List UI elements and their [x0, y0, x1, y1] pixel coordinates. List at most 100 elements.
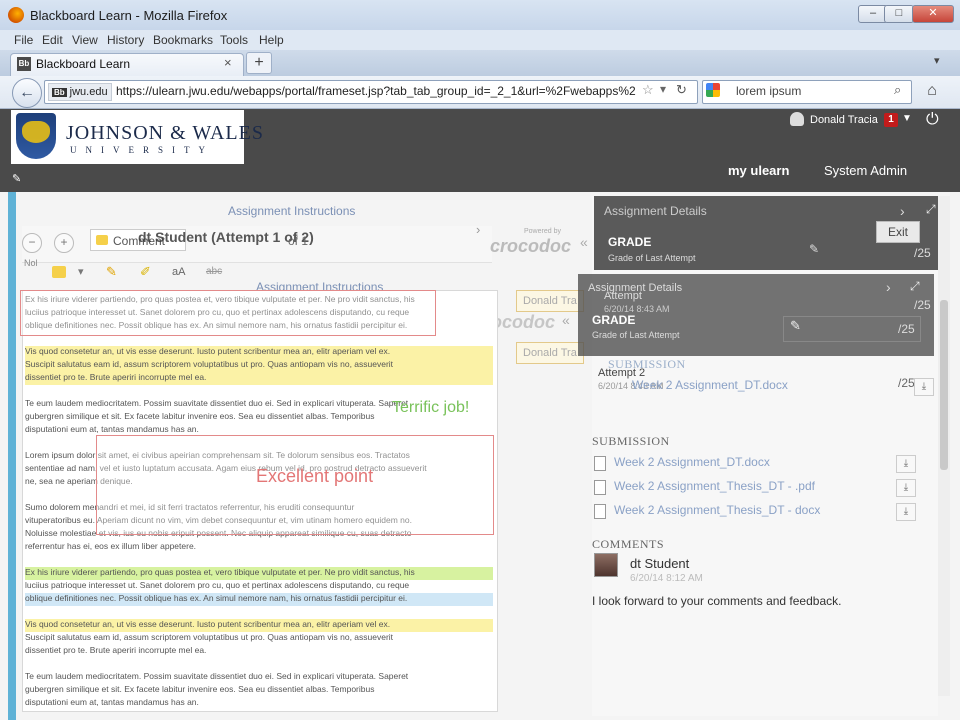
edit-grade-icon[interactable]: ✎: [790, 318, 801, 334]
google-icon[interactable]: [706, 83, 720, 97]
chevron-right-icon[interactable]: ›: [900, 203, 905, 219]
user-name[interactable]: Donald Tracia: [810, 114, 878, 126]
zoom-out-icon[interactable]: −: [22, 233, 42, 253]
comment-author-tag-2[interactable]: Donald Tra: [516, 342, 584, 364]
logo-subtitle: UNIVERSITY: [70, 145, 214, 155]
menu-tools[interactable]: Tools: [220, 33, 248, 47]
chevron-right-icon[interactable]: ›: [886, 279, 891, 295]
download-icon[interactable]: ⤓: [896, 503, 916, 521]
maximize-button[interactable]: □: [884, 5, 914, 23]
chevron-down-icon[interactable]: ▼: [902, 113, 912, 124]
menu-view[interactable]: View: [72, 33, 98, 47]
comment-author: dt Student: [630, 556, 690, 571]
tab-label: Blackboard Learn: [36, 57, 131, 71]
site-identity-badge[interactable]: Bb jwu.edu: [48, 83, 112, 101]
download-icon[interactable]: ⤓: [896, 455, 916, 473]
collapse-panel-icon-ghost[interactable]: «: [562, 312, 570, 328]
text-tool-icon[interactable]: aA: [172, 266, 185, 278]
search-input[interactable]: lorem ipsum: [736, 84, 801, 98]
comment-tool-icon[interactable]: [52, 266, 66, 278]
collapse-panel-icon[interactable]: «: [580, 234, 588, 250]
search-icon[interactable]: ⌕: [894, 82, 901, 98]
back-arrow-icon[interactable]: ←: [12, 78, 42, 108]
notification-badge[interactable]: 1: [884, 113, 898, 127]
ghost-file-link[interactable]: Week 2 Assignment_DT.docx: [632, 378, 788, 392]
annotation-excellent[interactable]: Excellent point: [256, 466, 373, 487]
pencil-tool-icon[interactable]: ✎: [106, 264, 117, 280]
download-icon[interactable]: ⤓: [914, 378, 934, 396]
zoom-in-icon[interactable]: +: [54, 233, 74, 253]
document-line: referrentur has ei, eos ex illum liber a…: [25, 541, 197, 551]
url-text[interactable]: https://ulearn.jwu.edu/webapps/portal/fr…: [116, 84, 636, 98]
menu-history[interactable]: History: [107, 33, 144, 47]
document-line: gubergren similique et sit. Ex facete la…: [25, 684, 375, 694]
file-link-2[interactable]: Week 2 Assignment_Thesis_DT - .pdf: [614, 479, 815, 493]
document-line: Te eum laudem mediocritatem. Possim suav…: [25, 671, 409, 681]
grade-value: /25: [914, 246, 931, 260]
menu-file[interactable]: File: [14, 33, 33, 47]
dropdown-icon[interactable]: ▾: [78, 265, 84, 278]
page-count: of 1: [288, 234, 309, 248]
document-line: Suscipit salutatus eam id, assum scripto…: [25, 359, 493, 372]
expand-icon[interactable]: ⤢: [926, 202, 936, 217]
panel-scrollbar-thumb[interactable]: [940, 300, 948, 470]
file-icon: [594, 480, 606, 495]
comment-body: I look forward to your comments and feed…: [592, 594, 842, 608]
menu-bookmarks[interactable]: Bookmarks: [153, 33, 213, 47]
grade-subtitle-ghost: Grade of Last Attempt: [592, 330, 680, 340]
comment-date: 6/20/14 8:12 AM: [630, 573, 703, 584]
assignment-details-title[interactable]: Assignment Details: [604, 204, 707, 218]
strikethrough-tool-icon[interactable]: abc: [206, 266, 222, 277]
logo-name: JOHNSON & WALES: [66, 122, 264, 144]
lion-icon: [22, 121, 50, 143]
edit-grade-icon[interactable]: ✎: [800, 236, 828, 262]
tab-system-admin[interactable]: System Admin: [824, 163, 907, 178]
avatar: [594, 553, 618, 577]
attempt-value: /25: [914, 298, 931, 312]
new-tab-button[interactable]: +: [246, 52, 272, 74]
document-line: Ex his iriure viderer partiendo, pro qua…: [25, 567, 493, 580]
dropdown-arrow-icon[interactable]: ▾: [660, 82, 666, 96]
firefox-logo-icon: [8, 7, 24, 23]
document-line: Vis quod consetetur an, ut vis esse dese…: [25, 619, 493, 632]
download-icon[interactable]: ⤓: [896, 479, 916, 497]
window-title: Blackboard Learn - Mozilla Firefox: [30, 8, 228, 23]
exit-button[interactable]: Exit: [876, 221, 920, 243]
edit-mode-icon[interactable]: ✎: [12, 172, 21, 185]
close-window-button[interactable]: ✕: [912, 5, 954, 23]
comment-author-tag[interactable]: Donald Tra: [516, 290, 584, 312]
file-link-3[interactable]: Week 2 Assignment_Thesis_DT - docx: [614, 503, 820, 517]
bookmark-star-icon[interactable]: ☆: [642, 82, 654, 98]
course-menu-bar: [8, 192, 16, 720]
blackboard-favicon-icon: Bb: [17, 57, 31, 71]
search-bar[interactable]: [702, 80, 912, 104]
tab-my-ulearn[interactable]: my ulearn: [728, 163, 789, 178]
toolbar-text: Nol: [24, 258, 38, 268]
file-link-1[interactable]: Week 2 Assignment_DT.docx: [614, 455, 770, 469]
home-icon[interactable]: ⌂: [920, 80, 944, 102]
expand-icon[interactable]: ⤢: [910, 279, 920, 294]
highlighter-tool-icon[interactable]: ✐: [140, 264, 151, 280]
logout-icon[interactable]: ⏻: [926, 111, 939, 129]
document-line: luciius patrioque interesset ut. Sanet d…: [25, 580, 410, 590]
annotation-terrific[interactable]: Terrific job!: [392, 399, 469, 417]
tab-close-icon[interactable]: ×: [224, 55, 232, 70]
reload-icon[interactable]: ↻: [676, 82, 687, 98]
tab-list-icon[interactable]: ▾: [934, 54, 940, 67]
chevron-right-icon[interactable]: ›: [476, 222, 480, 237]
document-line: dissentiet pro te. Brute aperiri incorru…: [25, 645, 207, 655]
menu-help[interactable]: Help: [259, 33, 284, 47]
document-line: oblique definitiones nec. Possit oblique…: [25, 593, 493, 606]
attempt-2-value: /25: [898, 376, 915, 390]
assignment-instructions-link[interactable]: Assignment Instructions: [228, 204, 355, 218]
grade-subtitle: Grade of Last Attempt: [608, 253, 696, 263]
powered-by-label: Powered by: [524, 228, 561, 235]
user-icon: [790, 112, 804, 126]
annotation-box[interactable]: [20, 290, 436, 336]
menu-edit[interactable]: Edit: [42, 33, 63, 47]
submission-title: SUBMISSION: [592, 434, 670, 448]
